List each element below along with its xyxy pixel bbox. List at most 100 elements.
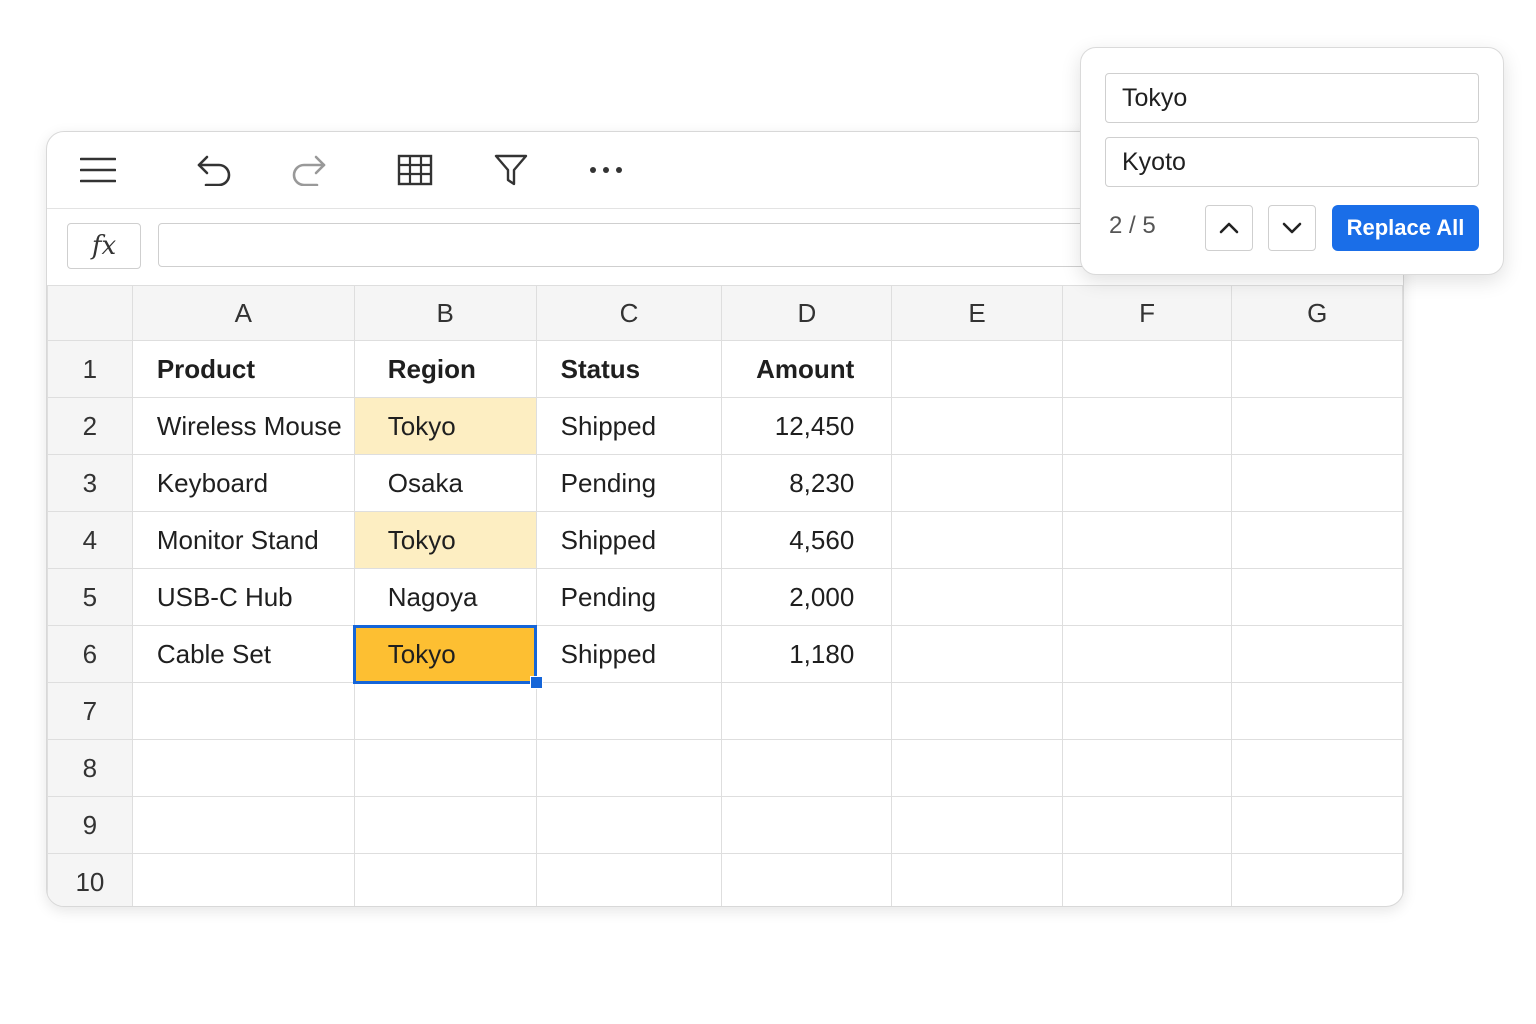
cell-e10[interactable] — [891, 853, 1063, 906]
more-icon[interactable] — [582, 146, 630, 194]
cell-g6[interactable] — [1231, 625, 1403, 683]
cell-c4[interactable]: Shipped — [535, 511, 723, 569]
cell-f3[interactable] — [1061, 454, 1233, 512]
cell-g3[interactable] — [1231, 454, 1403, 512]
table-icon[interactable] — [391, 146, 439, 194]
cell-b1[interactable]: Region — [353, 340, 537, 398]
cell-d5[interactable]: 2,000 — [721, 568, 893, 626]
cell-e8[interactable] — [891, 739, 1063, 797]
row-header[interactable]: 1 — [47, 340, 133, 398]
cell-e4[interactable] — [891, 511, 1063, 569]
column-header-a[interactable]: A — [131, 285, 355, 341]
cell-a3[interactable]: Keyboard — [131, 454, 355, 512]
cell-c2[interactable]: Shipped — [535, 397, 723, 455]
row-header[interactable]: 10 — [47, 853, 133, 906]
cell-d6[interactable]: 1,180 — [721, 625, 893, 683]
column-header-d[interactable]: D — [721, 285, 893, 341]
cell-b7[interactable] — [353, 682, 537, 740]
cell-d8[interactable] — [721, 739, 893, 797]
cell-f9[interactable] — [1061, 796, 1233, 854]
previous-match-button[interactable] — [1205, 205, 1253, 251]
cell-b6-active-match[interactable]: Tokyo — [353, 624, 543, 689]
column-header-f[interactable]: F — [1061, 285, 1233, 341]
find-input[interactable] — [1105, 73, 1479, 123]
cell-e3[interactable] — [891, 454, 1063, 512]
row-header[interactable]: 8 — [47, 739, 133, 797]
cell-a6[interactable]: Cable Set — [131, 625, 355, 683]
cell-a9[interactable] — [131, 796, 355, 854]
row-header[interactable]: 9 — [47, 796, 133, 854]
cell-a8[interactable] — [131, 739, 355, 797]
cell-g8[interactable] — [1231, 739, 1403, 797]
cell-c3[interactable]: Pending — [535, 454, 723, 512]
replace-input[interactable] — [1105, 137, 1479, 187]
cell-f4[interactable] — [1061, 511, 1233, 569]
cell-f8[interactable] — [1061, 739, 1233, 797]
cell-c9[interactable] — [535, 796, 723, 854]
cell-e7[interactable] — [891, 682, 1063, 740]
cell-c8[interactable] — [535, 739, 723, 797]
replace-all-button[interactable]: Replace All — [1332, 205, 1479, 251]
menu-icon[interactable] — [74, 146, 122, 194]
cell-d10[interactable] — [721, 853, 893, 906]
cell-d2[interactable]: 12,450 — [721, 397, 893, 455]
cell-c5[interactable]: Pending — [535, 568, 723, 626]
fill-handle[interactable] — [529, 676, 543, 689]
cell-a7[interactable] — [131, 682, 355, 740]
cell-d4[interactable]: 4,560 — [721, 511, 893, 569]
cell-g10[interactable] — [1231, 853, 1403, 906]
cell-d1[interactable]: Amount — [721, 340, 893, 398]
cell-g9[interactable] — [1231, 796, 1403, 854]
cell-g2[interactable] — [1231, 397, 1403, 455]
cell-d9[interactable] — [721, 796, 893, 854]
column-header-e[interactable]: E — [891, 285, 1063, 341]
cell-g7[interactable] — [1231, 682, 1403, 740]
cell-f6[interactable] — [1061, 625, 1233, 683]
cell-d3[interactable]: 8,230 — [721, 454, 893, 512]
cell-b10[interactable] — [353, 853, 537, 906]
column-header-g[interactable]: G — [1231, 285, 1403, 341]
row-header[interactable]: 5 — [47, 568, 133, 626]
cell-b8[interactable] — [353, 739, 537, 797]
cell-a10[interactable] — [131, 853, 355, 906]
row-header[interactable]: 3 — [47, 454, 133, 512]
cell-e6[interactable] — [891, 625, 1063, 683]
row-header[interactable]: 4 — [47, 511, 133, 569]
fx-icon[interactable]: fx — [67, 223, 141, 269]
row-header[interactable]: 7 — [47, 682, 133, 740]
cell-b9[interactable] — [353, 796, 537, 854]
cell-a4[interactable]: Monitor Stand — [131, 511, 355, 569]
cell-b5[interactable]: Nagoya — [353, 568, 537, 626]
cell-b4-match[interactable]: Tokyo — [353, 511, 537, 569]
filter-icon[interactable] — [487, 146, 535, 194]
cell-b2-match[interactable]: Tokyo — [353, 397, 537, 455]
cell-e5[interactable] — [891, 568, 1063, 626]
column-header-b[interactable]: B — [353, 285, 537, 341]
cell-c6[interactable]: Shipped — [535, 625, 723, 683]
cell-c7[interactable] — [535, 682, 723, 740]
redo-icon[interactable] — [285, 146, 333, 194]
cell-a1[interactable]: Product — [131, 340, 355, 398]
cell-f5[interactable] — [1061, 568, 1233, 626]
cell-g1[interactable] — [1231, 340, 1403, 398]
cell-a2[interactable]: Wireless Mouse — [131, 397, 355, 455]
cell-e9[interactable] — [891, 796, 1063, 854]
cell-g5[interactable] — [1231, 568, 1403, 626]
row-header[interactable]: 2 — [47, 397, 133, 455]
next-match-button[interactable] — [1268, 205, 1316, 251]
cell-g4[interactable] — [1231, 511, 1403, 569]
cell-f7[interactable] — [1061, 682, 1233, 740]
cell-f2[interactable] — [1061, 397, 1233, 455]
cell-c10[interactable] — [535, 853, 723, 906]
corner-cell[interactable] — [47, 285, 133, 341]
cell-f10[interactable] — [1061, 853, 1233, 906]
cell-d7[interactable] — [721, 682, 893, 740]
undo-icon[interactable] — [190, 146, 238, 194]
cell-a5[interactable]: USB-C Hub — [131, 568, 355, 626]
column-header-c[interactable]: C — [535, 285, 723, 341]
cell-c1[interactable]: Status — [535, 340, 723, 398]
cell-e2[interactable] — [891, 397, 1063, 455]
cell-e1[interactable] — [891, 340, 1063, 398]
cell-f1[interactable] — [1061, 340, 1233, 398]
row-header[interactable]: 6 — [47, 625, 133, 683]
